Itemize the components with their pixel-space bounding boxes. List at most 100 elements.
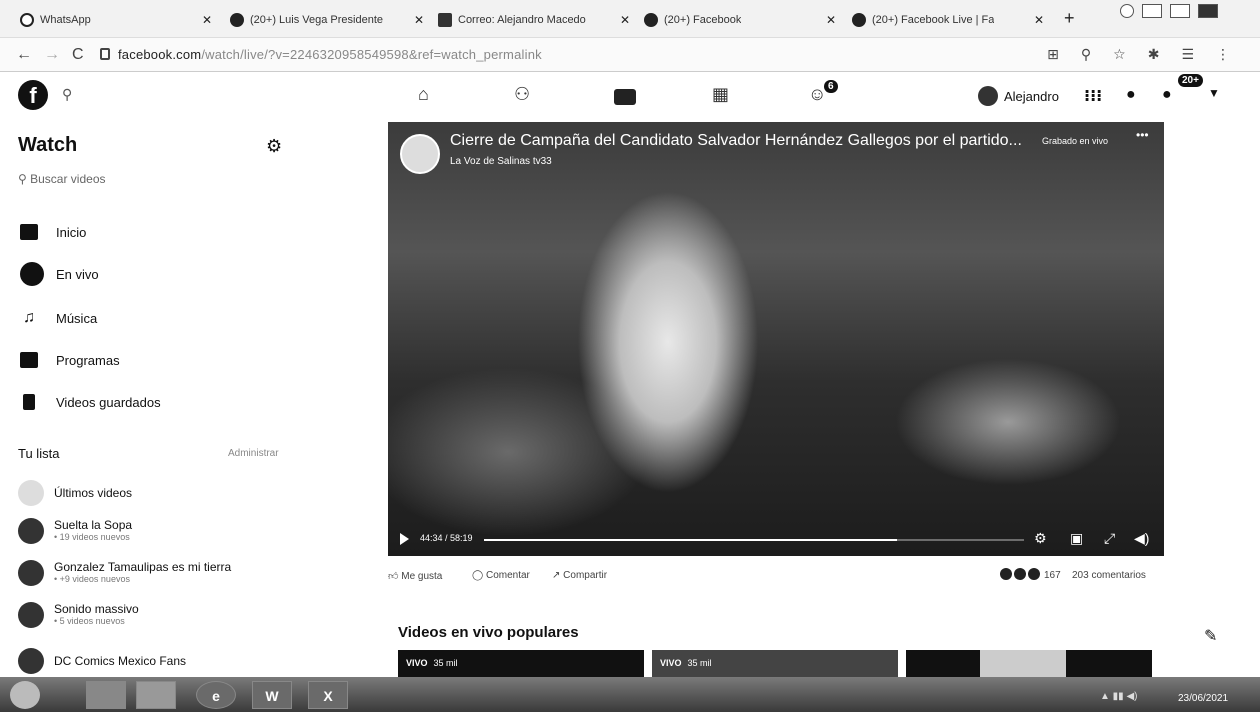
record-icon[interactable]	[1120, 4, 1134, 18]
tab-facebook[interactable]: (20+) Facebook ✕	[644, 6, 840, 34]
sidebar-item-programas[interactable]: Programas	[20, 352, 120, 368]
url-field[interactable]: facebook.com/watch/live/?v=2246320958549…	[118, 47, 542, 62]
volume-icon[interactable]: ◀)	[1134, 530, 1149, 547]
new-tab-button[interactable]: +	[1064, 8, 1075, 29]
avatar	[18, 480, 44, 506]
sidebar-item-musica[interactable]: ♫ Música	[20, 310, 97, 326]
list-item[interactable]: Últimos videos	[18, 480, 132, 506]
list-item-name: Gonzalez Tamaulipas es mi tierra	[54, 560, 232, 574]
like-button[interactable]: 👍︎ Me gusta	[388, 570, 442, 582]
share-label: Compartir	[563, 570, 608, 581]
playback-time: 44:34 / 58:19	[420, 533, 473, 543]
facebook-icon	[644, 13, 658, 27]
start-button[interactable]	[10, 681, 40, 709]
video-player[interactable]: Cierre de Campaña del Candidato Salvador…	[388, 122, 1164, 556]
notifications-icon[interactable]: ●	[1162, 86, 1172, 104]
menu-icon[interactable]: ⋮	[1216, 46, 1230, 63]
channel-logo[interactable]	[400, 134, 440, 174]
music-icon: ♫	[23, 309, 35, 326]
browser-tab-strip: WhatsApp ✕ (20+) Luis Vega Presidente ✕ …	[0, 0, 1260, 38]
taskbar-app-word[interactable]: W	[252, 681, 292, 709]
comment-label: Comentar	[485, 570, 530, 581]
close-window-button[interactable]	[1198, 4, 1218, 18]
facebook-logo[interactable]: f	[18, 80, 48, 110]
taskbar-app-explorer[interactable]	[86, 681, 126, 709]
reading-list-icon[interactable]: ☰	[1181, 46, 1194, 63]
messenger-icon[interactable]: ●	[1126, 86, 1136, 104]
reaction-icon	[1014, 568, 1026, 580]
edit-icon[interactable]: ✎	[1204, 626, 1217, 646]
play-icon[interactable]	[400, 533, 409, 545]
extensions-icon[interactable]: ✱	[1148, 46, 1160, 63]
account-chevron-icon[interactable]: ▼	[1208, 86, 1220, 100]
minimize-button[interactable]	[1142, 4, 1162, 18]
taskbar-date[interactable]: 23/06/2021	[1178, 693, 1228, 704]
tab-correo[interactable]: Correo: Alejandro Macedo ✕	[438, 6, 634, 34]
tab-label: (20+) Luis Vega Presidente	[250, 14, 384, 26]
reactions-summary[interactable]	[1000, 568, 1040, 580]
close-icon[interactable]: ✕	[826, 13, 836, 27]
more-options-button[interactable]: •••	[1136, 128, 1149, 142]
system-tray-icons[interactable]: ▲ ▮▮ ◀)	[1100, 691, 1137, 702]
settings-icon[interactable]: ⚙	[1034, 530, 1047, 547]
groups-badge: 6	[824, 80, 838, 93]
watch-icon[interactable]	[614, 89, 636, 105]
profile-button[interactable]: Alejandro	[978, 86, 1059, 106]
friends-icon[interactable]: ⚇	[514, 84, 530, 105]
close-icon[interactable]: ✕	[620, 13, 630, 27]
miniplayer-icon[interactable]: ▣	[1070, 530, 1083, 547]
close-icon[interactable]: ✕	[202, 13, 212, 27]
video-title[interactable]: Cierre de Campaña del Candidato Salvador…	[450, 132, 1022, 150]
search-videos-input[interactable]: ⚲ Buscar videos	[18, 172, 106, 186]
list-item[interactable]: Sonido massivo • 5 videos nuevos	[18, 602, 139, 628]
like-icon: 👍︎	[388, 571, 402, 582]
tab-luis-vega[interactable]: (20+) Luis Vega Presidente ✕	[230, 6, 428, 34]
taskbar-app-chrome[interactable]: e	[196, 681, 236, 709]
list-item[interactable]: Suelta la Sopa • 19 videos nuevos	[18, 518, 132, 544]
star-icon[interactable]: ☆	[1113, 46, 1126, 63]
share-button[interactable]: ↗ Compartir	[552, 570, 607, 581]
sidebar-item-guardados[interactable]: Videos guardados	[20, 394, 161, 410]
close-icon[interactable]: ✕	[1034, 13, 1044, 27]
live-video-thumb[interactable]	[906, 650, 1152, 677]
sidebar-item-en-vivo[interactable]: En vivo	[20, 262, 99, 286]
restore-button[interactable]	[1170, 4, 1190, 18]
page-title: Watch	[18, 134, 78, 156]
sidebar-item-inicio[interactable]: Inicio	[20, 224, 86, 240]
like-label: Me gusta	[401, 571, 443, 582]
tab-whatsapp[interactable]: WhatsApp ✕	[20, 6, 216, 34]
channel-name[interactable]: La Voz de Salinas tv33	[450, 156, 552, 167]
home-icon[interactable]: ⌂	[418, 84, 429, 105]
live-status: Grabado en vivo	[1042, 136, 1109, 146]
forward-icon[interactable]: →	[44, 46, 60, 64]
list-item-name: Últimos videos	[54, 486, 133, 500]
comment-button[interactable]: ◯ Comentar	[472, 570, 530, 581]
os-taskbar: e W X ▲ ▮▮ ◀) 23/06/2021	[0, 677, 1260, 712]
address-bar-actions: ⊞ ⚲ ☆ ✱ ☰ ⋮	[1047, 46, 1230, 63]
taskbar-app-media[interactable]	[136, 681, 176, 709]
avatar	[18, 518, 44, 544]
close-icon[interactable]: ✕	[414, 13, 424, 27]
list-item[interactable]: DC Comics Mexico Fans	[18, 648, 186, 674]
back-icon[interactable]: ←	[16, 46, 32, 64]
marketplace-icon[interactable]: ▦	[712, 84, 729, 105]
list-item-name: Sonido massivo	[54, 602, 139, 616]
list-item[interactable]: Gonzalez Tamaulipas es mi tierra • +9 vi…	[18, 560, 231, 586]
manage-link[interactable]: Administrar	[228, 448, 279, 459]
tab-label: (20+) Facebook	[664, 14, 742, 26]
gear-icon[interactable]: ⚙	[266, 136, 282, 157]
progress-bar[interactable]	[484, 539, 1024, 541]
menu-grid-icon[interactable]: ⁝⁝⁝	[1084, 86, 1102, 106]
translate-icon[interactable]: ⊞	[1047, 46, 1059, 63]
search-icon[interactable]: ⚲	[62, 86, 72, 103]
zoom-icon[interactable]: ⚲	[1081, 46, 1091, 63]
live-video-thumb[interactable]: VIVO 35 mil	[652, 650, 898, 677]
viewer-count: 35 mil	[687, 658, 712, 668]
fullscreen-icon[interactable]: ⤢	[1104, 530, 1115, 547]
comment-count[interactable]: 203 comentarios	[1072, 570, 1146, 581]
tab-facebook-live[interactable]: (20+) Facebook Live | Fa ✕	[852, 6, 1048, 34]
live-video-thumb[interactable]: VIVO 35 mil	[398, 650, 644, 677]
taskbar-app-excel[interactable]: X	[308, 681, 348, 709]
player-controls: 44:34 / 58:19 ⚙ ▣ ⤢ ◀)	[388, 522, 1164, 556]
reload-icon[interactable]: C	[72, 46, 84, 64]
